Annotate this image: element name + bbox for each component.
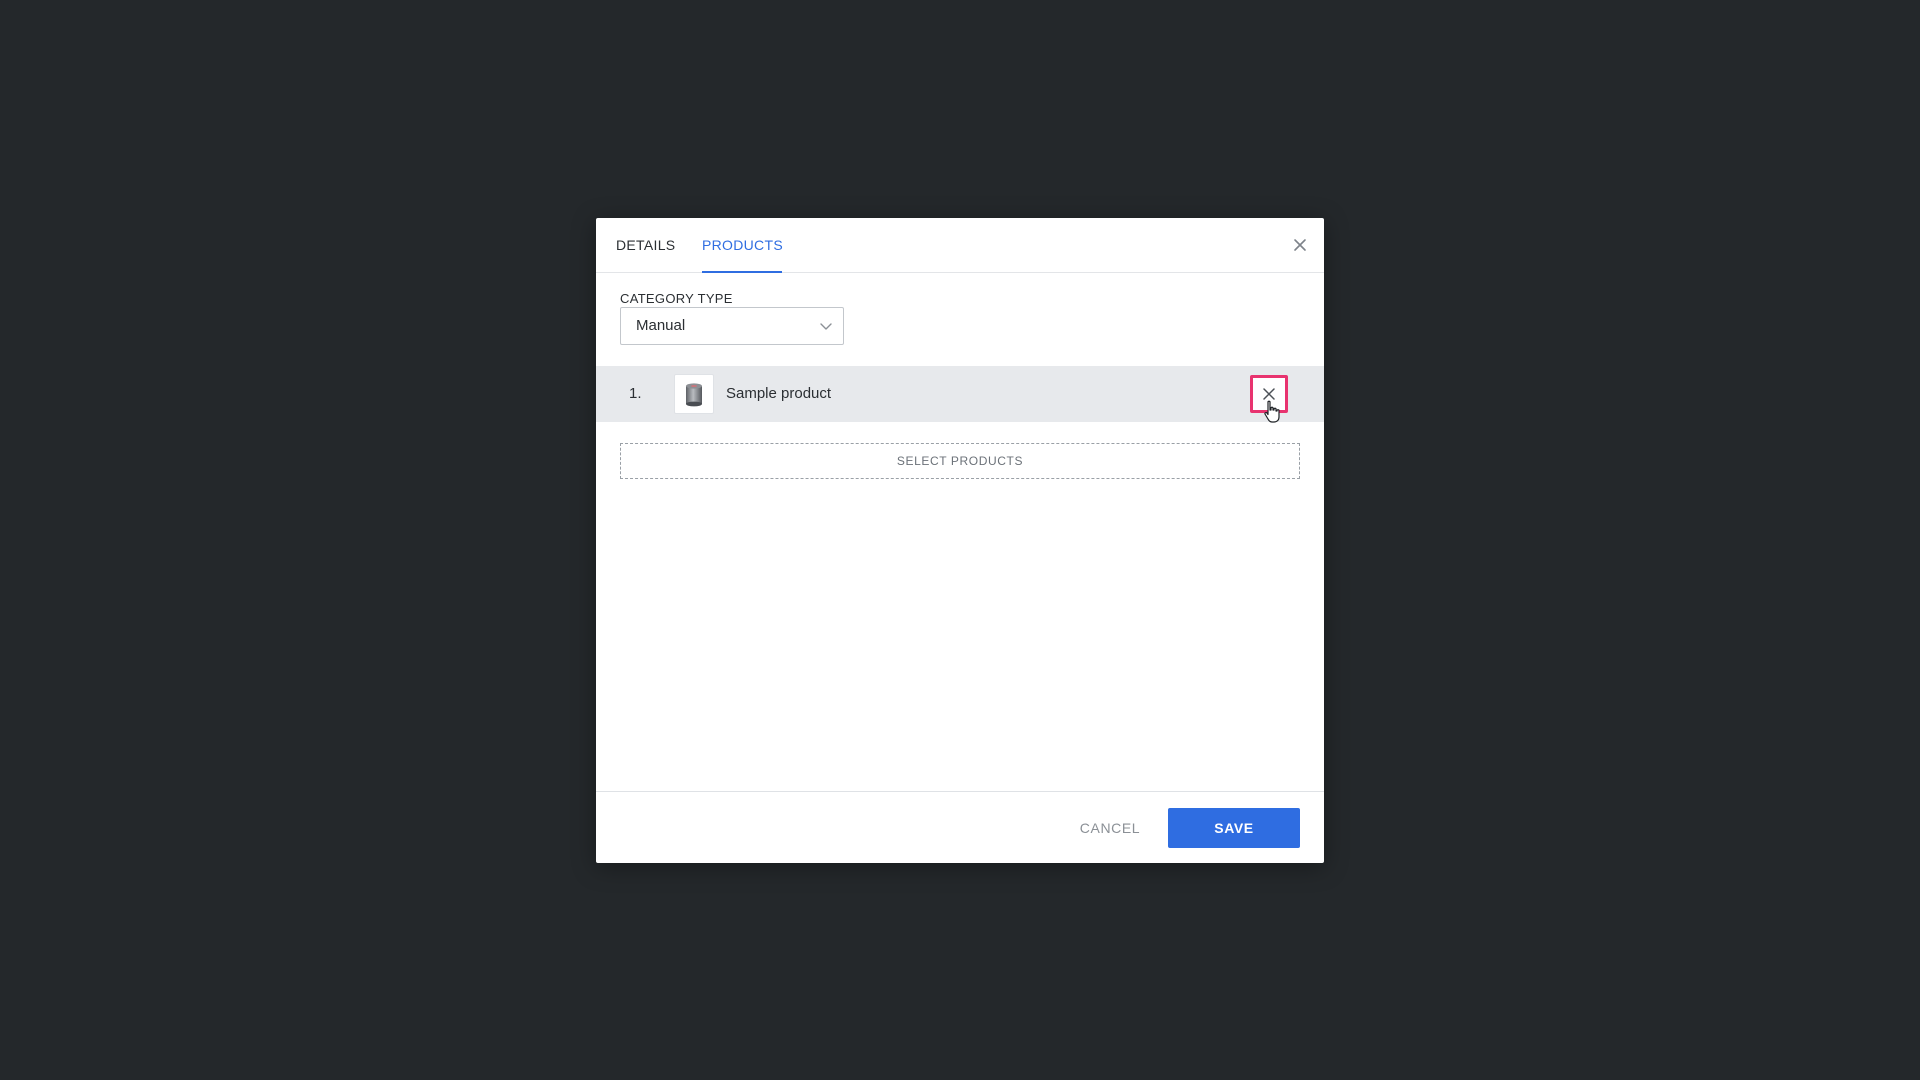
category-dialog: DETAILS PRODUCTS CATEGORY TYPE Manual 1. xyxy=(596,218,1324,863)
tab-details[interactable]: DETAILS xyxy=(616,218,676,272)
close-icon xyxy=(1263,388,1275,400)
product-thumbnail xyxy=(674,374,714,414)
remove-product-button[interactable] xyxy=(1250,375,1288,413)
category-type-label: CATEGORY TYPE xyxy=(620,291,733,306)
dialog-footer: CANCEL SAVE xyxy=(596,791,1324,864)
product-index: 1. xyxy=(629,385,642,402)
chevron-down-icon xyxy=(819,320,833,332)
product-row: 1. Sample product xyxy=(596,366,1324,422)
tab-products[interactable]: PRODUCTS xyxy=(702,218,783,273)
category-type-value: Manual xyxy=(636,317,686,334)
product-name: Sample product xyxy=(726,385,832,402)
save-button[interactable]: SAVE xyxy=(1168,808,1300,848)
tab-bar: DETAILS PRODUCTS xyxy=(596,218,1324,273)
category-type-select[interactable]: Manual xyxy=(620,307,844,345)
cancel-button[interactable]: CANCEL xyxy=(1072,808,1148,848)
select-products-button[interactable]: SELECT PRODUCTS xyxy=(620,443,1300,479)
close-icon[interactable] xyxy=(1290,235,1310,255)
